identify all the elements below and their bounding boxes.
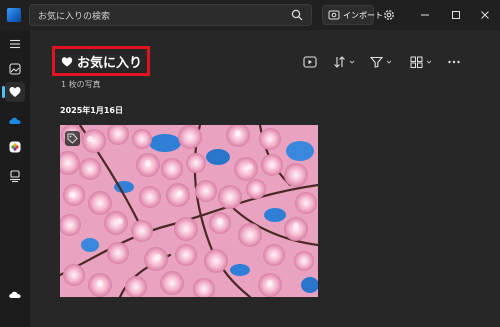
filter-icon <box>370 56 392 68</box>
date-group-header: 2025年1月16日 <box>60 106 123 115</box>
maximize-button[interactable] <box>441 0 471 30</box>
filter-button[interactable] <box>370 54 396 70</box>
sidebar-item-gallery[interactable] <box>5 59 25 79</box>
search-icon[interactable] <box>291 9 303 21</box>
page-title: お気に入り <box>77 56 143 71</box>
sidebar-item-onedrive[interactable] <box>5 111 25 131</box>
photo-count: 1 枚の写真 <box>61 80 101 89</box>
heart-icon <box>9 87 21 97</box>
device-icon <box>10 170 20 183</box>
more-options-button[interactable] <box>447 54 463 70</box>
hamburger-icon <box>10 39 20 49</box>
minimize-icon <box>421 14 429 16</box>
maximize-icon <box>452 11 460 19</box>
gallery-icon <box>9 63 21 75</box>
sort-icon <box>334 56 355 68</box>
cloud-account-icon <box>9 291 21 298</box>
search-input[interactable]: お気に入りの検索 <box>29 4 312 26</box>
view-layout-icon <box>410 56 432 68</box>
sort-button[interactable] <box>333 54 359 70</box>
import-label: インポート <box>343 11 383 20</box>
view-options-button[interactable] <box>410 54 436 70</box>
sidebar-item-favorites[interactable] <box>5 82 25 102</box>
close-icon <box>481 11 489 19</box>
search-placeholder: お気に入りの検索 <box>38 12 111 22</box>
tag-icon <box>67 133 78 144</box>
cloud-icon <box>9 117 21 124</box>
icloud-photos-icon <box>9 141 21 153</box>
minimize-button[interactable] <box>410 0 440 30</box>
sidebar-item-devices[interactable] <box>5 166 25 186</box>
sidebar-item-account[interactable] <box>5 285 25 305</box>
close-button[interactable] <box>470 0 500 30</box>
slideshow-button[interactable] <box>303 54 319 70</box>
heart-icon <box>61 57 73 67</box>
photo-thumbnail[interactable] <box>60 125 318 297</box>
photo-tag-badge <box>65 131 80 146</box>
slideshow-icon <box>303 56 317 68</box>
sidebar-menu-button[interactable] <box>5 34 25 54</box>
gear-icon[interactable] <box>382 8 396 22</box>
import-button[interactable]: インポート <box>322 5 383 25</box>
photos-app-icon <box>7 8 21 22</box>
sidebar-item-icloud[interactable] <box>5 137 25 157</box>
page-title-highlight: お気に入り <box>52 46 150 76</box>
import-icon <box>328 10 340 20</box>
more-icon <box>448 60 460 64</box>
